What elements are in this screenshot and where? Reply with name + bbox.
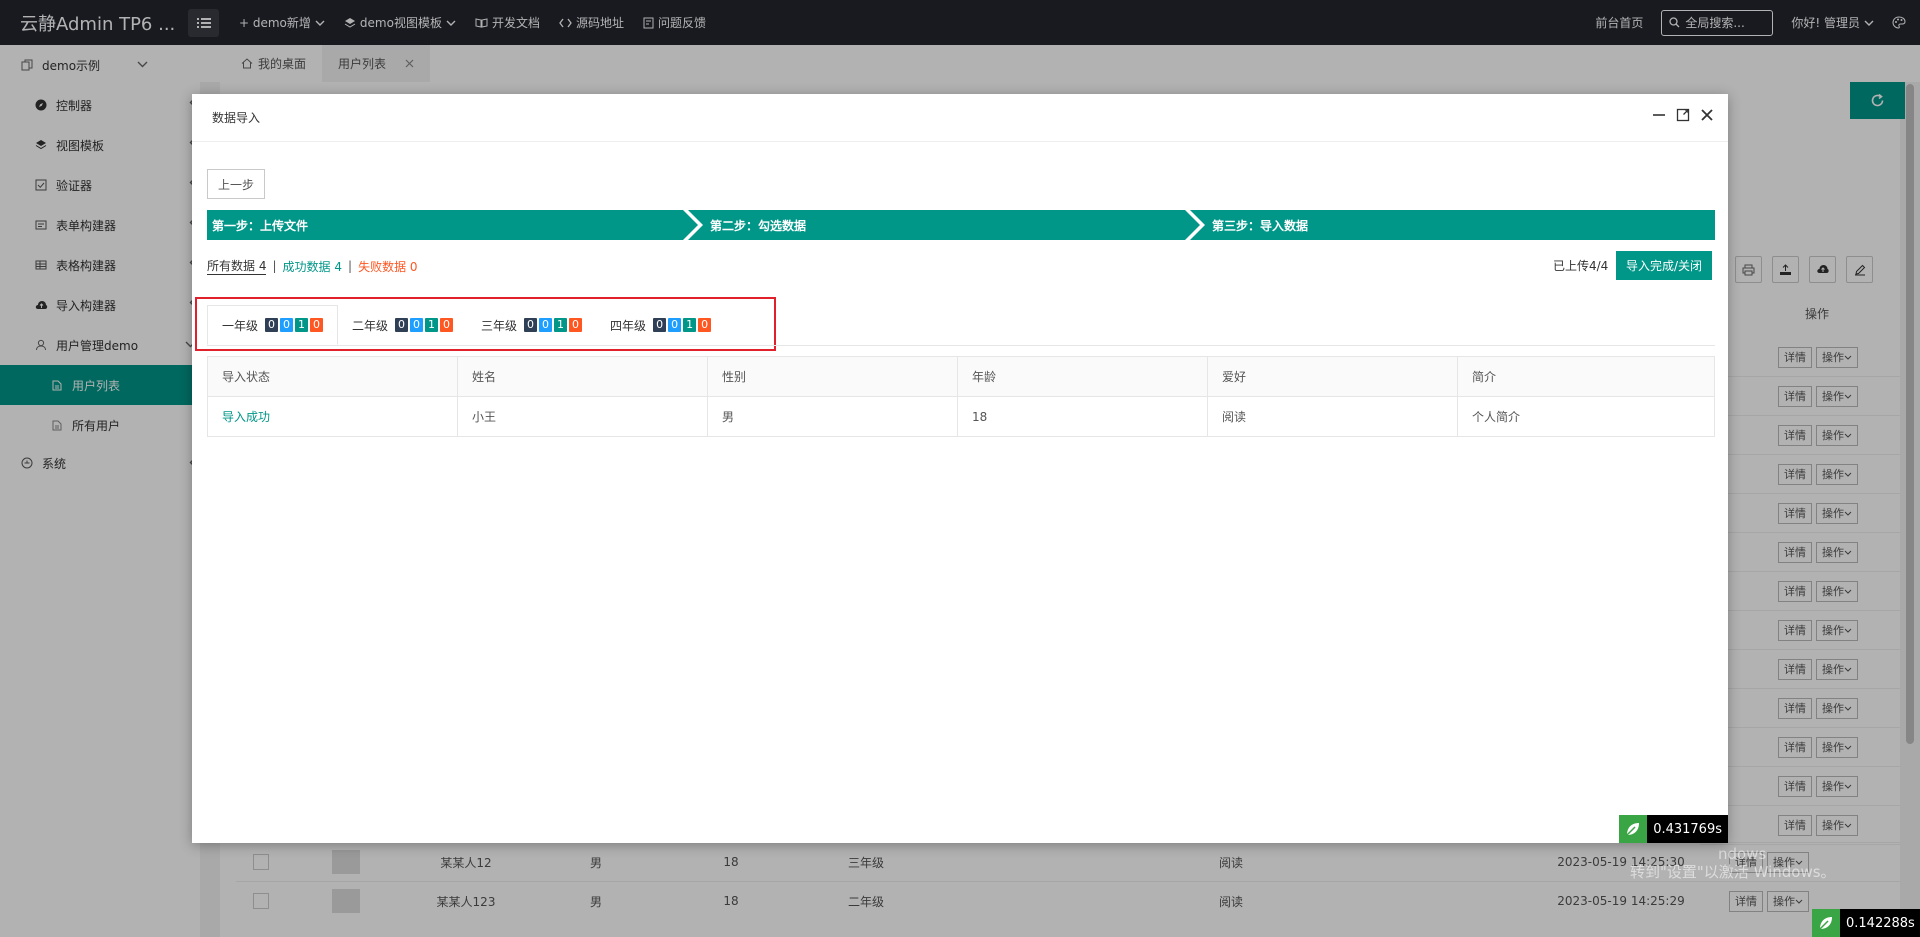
grade-tab-label: 三年级 — [481, 318, 518, 333]
grade-tab-1[interactable]: 一年级 0 0 1 0 — [207, 305, 339, 345]
stat-all-data[interactable]: 所有数据 4 — [207, 257, 267, 275]
count-badge: 0 — [440, 318, 454, 332]
column-header: 姓名 — [457, 356, 708, 397]
step-import-data: 第三步：导入数据 — [1212, 218, 1309, 233]
tabs-divider — [207, 345, 1715, 346]
leaf-icon — [1619, 815, 1648, 843]
cell-gender: 男 — [707, 396, 958, 437]
grade-tab-label: 二年级 — [352, 318, 389, 333]
column-header: 性别 — [707, 356, 958, 397]
count-badge: 0 — [668, 318, 682, 332]
count-badge: 0 — [524, 318, 538, 332]
page-timer: 0.142288s — [1812, 909, 1920, 937]
count-badge: 0 — [265, 318, 279, 332]
column-header: 年龄 — [957, 356, 1208, 397]
stat-separator: | — [272, 259, 277, 273]
modal-header: 数据导入 — [192, 94, 1728, 142]
data-import-modal: 数据导入 上一步 第一步：上传文件 第二步：勾选数据 第三步：导入数据 所有数据… — [192, 94, 1728, 843]
import-steps: 第一步：上传文件 第二步：勾选数据 第三步：导入数据 — [207, 210, 1715, 240]
grade-tab-label: 一年级 — [222, 318, 259, 333]
count-badge: 0 — [698, 318, 712, 332]
column-header: 爱好 — [1207, 356, 1458, 397]
windows-activation-watermark: ndows 转到"设置"以激活 Windows。 — [1630, 845, 1836, 881]
finish-close-button[interactable]: 导入完成/关闭 — [1616, 251, 1713, 280]
watermark-line: 转到"设置"以激活 Windows。 — [1630, 863, 1836, 881]
stat-success-data[interactable]: 成功数据 4 — [283, 258, 342, 275]
step-select-data: 第二步：勾选数据 — [710, 218, 807, 233]
cell-hobby: 阅读 — [1207, 396, 1458, 437]
column-header: 导入状态 — [207, 356, 458, 397]
count-badge: 0 — [410, 318, 424, 332]
table-header-row: 导入状态 姓名 性别 年龄 爱好 简介 — [207, 356, 1715, 397]
grade-tab-3[interactable]: 三年级 0 0 1 0 — [467, 305, 596, 345]
count-badge: 1 — [683, 318, 697, 332]
step-upload-file: 第一步：上传文件 — [207, 210, 677, 240]
import-stats: 所有数据 4 | 成功数据 4 | 失败数据 0 — [207, 257, 418, 275]
count-badge: 0 — [310, 318, 324, 332]
modal-timer: 0.431769s — [1619, 815, 1728, 843]
timer-value: 0.431769s — [1653, 821, 1722, 837]
count-badge: 0 — [653, 318, 667, 332]
watermark-line: ndows — [1718, 845, 1767, 863]
cell-age: 18 — [957, 396, 1208, 437]
modal-title: 数据导入 — [212, 111, 261, 125]
upload-progress-text: 已上传4/4 — [1553, 259, 1609, 273]
count-badge: 0 — [395, 318, 409, 332]
import-data-table: 导入状态 姓名 性别 年龄 爱好 简介 导入成功 小王 男 18 阅读 个人简介 — [207, 356, 1715, 437]
leaf-icon — [1812, 909, 1840, 937]
minimize-icon[interactable] — [1652, 108, 1666, 122]
count-badge: 1 — [554, 318, 568, 332]
cell-import-status: 导入成功 — [207, 396, 458, 437]
grade-tab-4[interactable]: 四年级 0 0 1 0 — [596, 305, 725, 345]
table-row: 导入成功 小王 男 18 阅读 个人简介 — [207, 396, 1715, 437]
count-badge: 1 — [425, 318, 439, 332]
grade-tabs: 一年级 0 0 1 0 二年级 0 0 1 0 三年级 0 0 1 0 四年级 0 0 1 0 — [207, 305, 725, 345]
column-header: 简介 — [1457, 356, 1715, 397]
modal-controls — [1652, 108, 1714, 122]
previous-step-button[interactable]: 上一步 — [207, 169, 266, 199]
timer-value: 0.142288s — [1846, 915, 1915, 931]
stat-separator: | — [348, 259, 353, 273]
grade-tab-label: 四年级 — [610, 318, 647, 333]
cell-intro: 个人简介 — [1457, 396, 1715, 437]
cell-name: 小王 — [457, 396, 708, 437]
count-badge: 0 — [539, 318, 553, 332]
stat-failed-data[interactable]: 失败数据 0 — [358, 258, 417, 275]
close-icon[interactable] — [1700, 108, 1714, 122]
grade-tab-2[interactable]: 二年级 0 0 1 0 — [338, 305, 467, 345]
count-badge: 0 — [569, 318, 583, 332]
count-badge: 0 — [280, 318, 294, 332]
count-badge: 1 — [295, 318, 309, 332]
maximize-icon[interactable] — [1676, 108, 1690, 122]
